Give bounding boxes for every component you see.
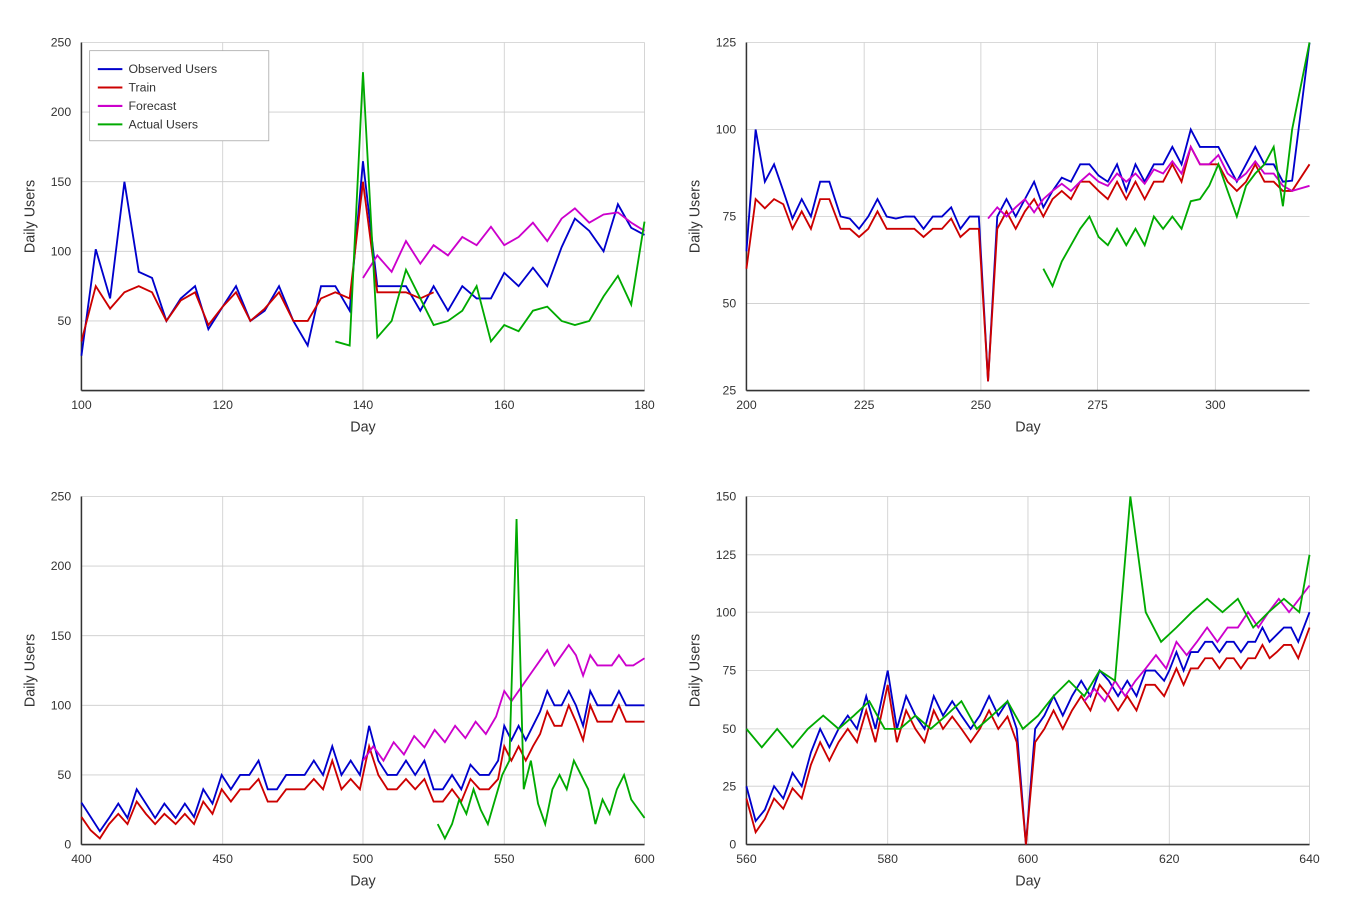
svg-text:450: 450 xyxy=(212,852,233,866)
svg-text:Day: Day xyxy=(350,874,376,890)
svg-text:50: 50 xyxy=(723,297,737,311)
svg-text:125: 125 xyxy=(716,36,737,50)
chart-bottom-right-cell: .axis-label4 { font-size: 14px; fill: #3… xyxy=(675,464,1340,918)
svg-text:Daily Users: Daily Users xyxy=(687,634,703,707)
chart-bottom-left-cell: .axis-label3 { font-size: 14px; fill: #3… xyxy=(10,464,675,918)
svg-text:600: 600 xyxy=(634,852,655,866)
svg-text:250: 250 xyxy=(971,398,992,412)
svg-text:Daily Users: Daily Users xyxy=(687,180,703,253)
svg-text:400: 400 xyxy=(71,852,92,866)
svg-text:250: 250 xyxy=(51,490,72,504)
svg-text:200: 200 xyxy=(51,105,72,119)
chart-top-right-cell: .axis-label2 { font-size: 14px; fill: #3… xyxy=(675,10,1340,464)
svg-text:200: 200 xyxy=(51,559,72,573)
svg-text:640: 640 xyxy=(1299,852,1320,866)
actual-users-line-tl xyxy=(335,72,644,345)
forecast-line-tl xyxy=(363,208,645,278)
svg-text:Daily Users: Daily Users xyxy=(22,180,38,253)
svg-text:275: 275 xyxy=(1087,398,1108,412)
forecast-line-bl xyxy=(363,645,645,761)
svg-text:0: 0 xyxy=(64,838,71,852)
svg-text:580: 580 xyxy=(877,852,898,866)
svg-text:100: 100 xyxy=(71,398,92,412)
svg-text:180: 180 xyxy=(634,398,655,412)
svg-text:75: 75 xyxy=(723,664,737,678)
svg-text:560: 560 xyxy=(736,852,757,866)
svg-text:550: 550 xyxy=(494,852,515,866)
svg-text:300: 300 xyxy=(1205,398,1226,412)
svg-text:600: 600 xyxy=(1018,852,1039,866)
svg-text:100: 100 xyxy=(51,244,72,258)
chart-top-left: .axis-label { font-size: 14px; fill: #33… xyxy=(20,20,665,454)
svg-text:120: 120 xyxy=(212,398,233,412)
svg-text:Day: Day xyxy=(1015,874,1041,890)
svg-text:100: 100 xyxy=(716,123,737,137)
svg-text:25: 25 xyxy=(723,779,737,793)
svg-text:Train: Train xyxy=(129,81,157,95)
chart-top-right: .axis-label2 { font-size: 14px; fill: #3… xyxy=(685,20,1330,454)
svg-text:Forecast: Forecast xyxy=(129,99,177,113)
svg-text:0: 0 xyxy=(729,838,736,852)
chart-bottom-right: .axis-label4 { font-size: 14px; fill: #3… xyxy=(685,474,1330,908)
chart-bottom-left: .axis-label3 { font-size: 14px; fill: #3… xyxy=(20,474,665,908)
svg-text:75: 75 xyxy=(723,210,737,224)
svg-text:620: 620 xyxy=(1159,852,1180,866)
svg-text:125: 125 xyxy=(716,548,737,562)
chart-top-left-cell: .axis-label { font-size: 14px; fill: #33… xyxy=(10,10,675,464)
svg-text:200: 200 xyxy=(736,398,757,412)
svg-text:50: 50 xyxy=(723,722,737,736)
svg-text:100: 100 xyxy=(716,605,737,619)
charts-grid: .axis-label { font-size: 14px; fill: #33… xyxy=(0,0,1350,900)
actual-users-line-bl xyxy=(438,519,645,838)
svg-text:Daily Users: Daily Users xyxy=(22,634,38,707)
svg-text:50: 50 xyxy=(58,768,72,782)
svg-text:150: 150 xyxy=(51,175,72,189)
svg-text:Day: Day xyxy=(1015,420,1041,436)
svg-text:Actual Users: Actual Users xyxy=(129,117,199,131)
svg-text:50: 50 xyxy=(58,314,72,328)
svg-text:150: 150 xyxy=(51,629,72,643)
svg-text:225: 225 xyxy=(854,398,875,412)
svg-text:Observed Users: Observed Users xyxy=(129,62,218,76)
train-line-tl xyxy=(81,182,433,342)
svg-text:500: 500 xyxy=(353,852,374,866)
svg-text:25: 25 xyxy=(723,384,737,398)
svg-text:140: 140 xyxy=(353,398,374,412)
svg-text:250: 250 xyxy=(51,36,72,50)
svg-text:100: 100 xyxy=(51,698,72,712)
svg-text:160: 160 xyxy=(494,398,515,412)
svg-text:150: 150 xyxy=(716,490,737,504)
observed-users-line-tr xyxy=(746,42,1309,381)
svg-text:Day: Day xyxy=(350,420,376,436)
